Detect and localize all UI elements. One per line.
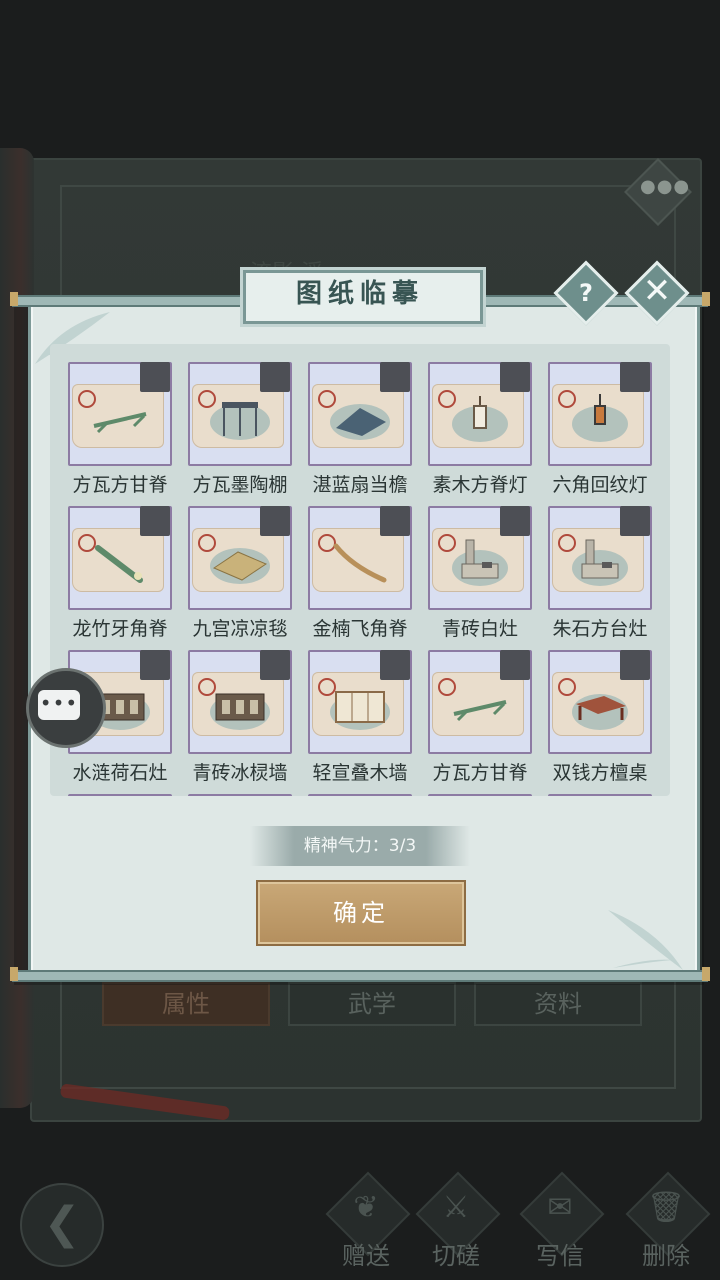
screen-icon (330, 691, 390, 730)
blueprint-card[interactable]: 青砖冰棂墙 (188, 650, 292, 784)
stove-icon (572, 539, 628, 586)
corner-badge (620, 362, 650, 392)
spar-button[interactable]: ⚔ 切磋 (408, 1171, 504, 1274)
card-frame (548, 794, 652, 796)
blueprint-card[interactable]: 方瓦方甘脊 (68, 362, 172, 496)
dialog-title: 图纸临摹 (295, 279, 424, 309)
blueprint-card-partial[interactable] (188, 794, 292, 796)
back-button[interactable]: ❮ (20, 1183, 104, 1267)
sword-icon: ⚔ (442, 1190, 470, 1225)
delete-button[interactable]: 🗑 删除 (618, 1171, 714, 1274)
flying-ridge-icon (333, 543, 387, 583)
blueprint-name: 湛蓝扇当檐 (312, 474, 408, 496)
ridge-icon (93, 412, 147, 434)
stamina-text: 精神气力：3/3 (303, 836, 417, 856)
rail-cap (10, 967, 18, 981)
stove-icon (452, 539, 508, 586)
blueprint-card[interactable]: 方瓦方甘脊 (428, 650, 532, 784)
tab-attributes[interactable]: 属性 (102, 982, 270, 1026)
blueprint-card[interactable]: 九宫凉凉毯 (188, 506, 292, 640)
corner-badge (380, 362, 410, 392)
blueprint-card[interactable]: 方瓦墨陶棚 (188, 362, 292, 496)
rail-cap (10, 292, 18, 306)
write-letter-button[interactable]: ✉ 写信 (512, 1171, 608, 1274)
rail-cap (702, 292, 710, 306)
card-frame (308, 794, 412, 796)
blueprint-name: 方瓦方甘脊 (72, 474, 168, 496)
blueprint-card-partial[interactable] (68, 794, 172, 796)
blueprint-card[interactable]: 金楠飞角脊 (308, 506, 412, 640)
mat-icon (210, 548, 270, 584)
card-frame (68, 794, 172, 796)
corner-badge (140, 650, 170, 680)
help-icon: ? (579, 279, 593, 307)
bamboo-leaf-icon (608, 910, 683, 970)
blueprint-card-partial[interactable] (428, 794, 532, 796)
pavilion-icon (210, 402, 270, 440)
blueprint-card-partial[interactable] (308, 794, 412, 796)
blueprint-card[interactable]: 龙竹牙角脊 (68, 506, 172, 640)
blueprint-name: 青砖冰棂墙 (192, 762, 288, 784)
blueprint-grid: 方瓦方甘脊 方瓦墨陶棚 湛蓝扇当檐 素木方脊灯 六角回纹灯龙竹牙角脊 九宫凉凉毯 金楠飞角脊… (50, 344, 670, 796)
gift-button[interactable]: ❦ 赠送 (318, 1171, 414, 1274)
confirm-label: 确定 (333, 899, 389, 927)
card-frame (188, 794, 292, 796)
bamboo-icon (95, 545, 143, 583)
delete-label: 删除 (642, 1242, 690, 1270)
corner-badge (500, 362, 530, 392)
blueprint-card[interactable]: 六角回纹灯 (548, 362, 652, 496)
tab-profile[interactable]: 资料 (474, 982, 642, 1026)
blueprint-card[interactable]: 青砖白灶 (428, 506, 532, 640)
blueprint-name: 九宫凉凉毯 (192, 618, 288, 640)
blueprint-card[interactable]: 双钱方檀桌 (548, 650, 652, 784)
blueprint-card[interactable]: 朱石方台灶 (548, 506, 652, 640)
corner-badge (260, 362, 290, 392)
corner-badge (500, 650, 530, 680)
write-letter-label: 写信 (536, 1242, 584, 1270)
blueprint-name: 轻宣叠木墙 (312, 762, 408, 784)
fan-eave-icon (330, 404, 390, 440)
corner-badge (260, 650, 290, 680)
card-frame (428, 794, 532, 796)
corner-badge (500, 506, 530, 536)
corner-badge (620, 650, 650, 680)
blueprint-name: 青砖白灶 (441, 618, 518, 640)
scroll-icon: ❦ (353, 1190, 379, 1225)
corner-badge (620, 506, 650, 536)
corner-badge (380, 506, 410, 536)
trash-icon: 🗑 (646, 1190, 686, 1225)
wall-icon (210, 693, 270, 730)
chat-dots-icon: ••• (39, 691, 79, 715)
blueprint-name: 方瓦方甘脊 (432, 762, 528, 784)
corner-badge (380, 650, 410, 680)
corner-badge (260, 506, 290, 536)
corner-badge (140, 506, 170, 536)
blueprint-name: 水涟荷石灶 (72, 762, 168, 784)
blueprint-card-partial[interactable] (548, 794, 652, 796)
rail-cap (702, 967, 710, 981)
blueprint-card[interactable]: 轻宣叠木墙 (308, 650, 412, 784)
blueprint-name: 双钱方檀桌 (552, 762, 648, 784)
back-arrow-icon: ❮ (43, 1198, 81, 1249)
tab-martial-arts[interactable]: 武学 (288, 982, 456, 1026)
close-icon: ✕ (642, 271, 672, 311)
table-icon (572, 694, 628, 730)
spar-label: 切磋 (432, 1242, 480, 1270)
blueprint-name: 金楠飞角脊 (312, 618, 408, 640)
blueprint-name: 六角回纹灯 (552, 474, 648, 496)
blueprint-name: 朱石方台灶 (552, 618, 648, 640)
blueprint-name: 方瓦墨陶棚 (192, 474, 288, 496)
gift-label: 赠送 (342, 1242, 390, 1270)
corner-badge (140, 362, 170, 392)
blueprint-card[interactable]: 素木方脊灯 (428, 362, 532, 496)
blueprint-name: 龙竹牙角脊 (72, 618, 168, 640)
lantern-icon (452, 396, 508, 442)
ridge-icon (453, 700, 507, 722)
letter-icon: ✉ (547, 1190, 573, 1225)
blueprint-name: 素木方脊灯 (432, 474, 528, 496)
blueprint-card[interactable]: 湛蓝扇当檐 (308, 362, 412, 496)
ellipsis-icon: ●●● (640, 176, 691, 197)
hex-lantern-icon (572, 394, 628, 442)
